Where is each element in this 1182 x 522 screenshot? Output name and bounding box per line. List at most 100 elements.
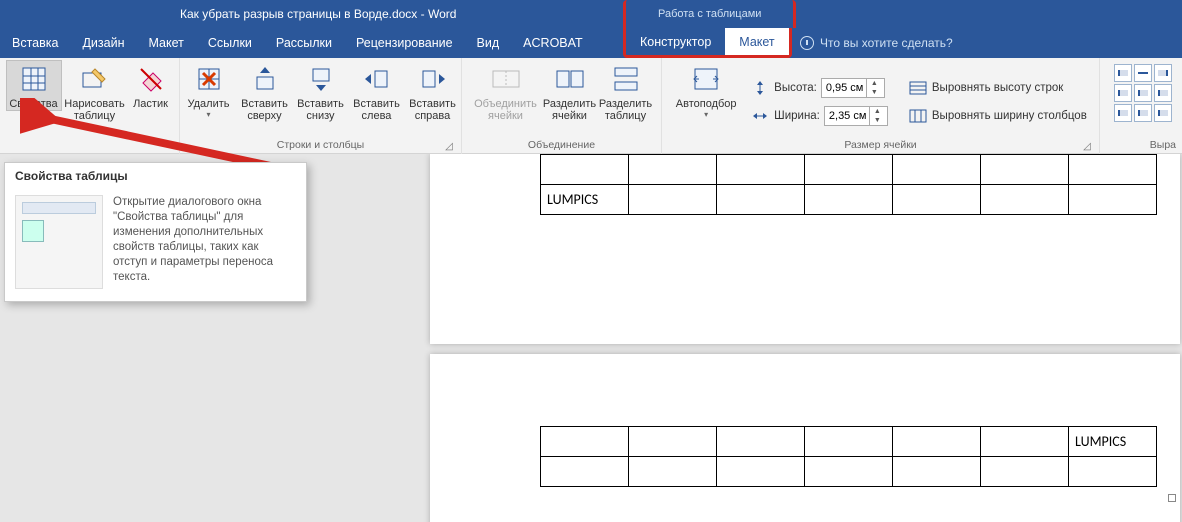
- align-top-center[interactable]: [1134, 64, 1152, 82]
- height-spinner[interactable]: ▲▼: [821, 78, 885, 98]
- page-1[interactable]: LUMPICS: [430, 154, 1180, 344]
- dialog-launcher-icon[interactable]: ◿: [443, 141, 455, 153]
- spin-down-icon[interactable]: ▼: [867, 88, 882, 97]
- group-rows-cols: Удалить ▾ Вставить сверху Вставить снизу: [180, 58, 462, 154]
- properties-label: Свойства: [9, 98, 57, 110]
- tell-me-text: Что вы хотите сделать?: [820, 36, 953, 50]
- window-title: Как убрать разрыв страницы в Ворде.docx …: [0, 7, 1182, 21]
- tooltip-properties: Свойства таблицы Открытие диалогового ок…: [4, 162, 307, 302]
- tab-references[interactable]: Ссылки: [196, 28, 264, 58]
- ribbon: Свойства Нарисовать таблицу Ластик: [0, 58, 1182, 154]
- eraser-label: Ластик: [133, 98, 168, 110]
- align-mid-left[interactable]: [1114, 84, 1132, 102]
- tab-design[interactable]: Дизайн: [70, 28, 136, 58]
- split-table-icon: [610, 63, 642, 95]
- table-cell-lumpics[interactable]: LUMPICS: [541, 185, 629, 215]
- autofit-icon: [690, 63, 722, 95]
- properties-icon: [18, 63, 50, 95]
- insert-above-label: Вставить сверху: [241, 98, 288, 122]
- draw-table-button[interactable]: Нарисовать таблицу: [62, 60, 128, 122]
- eraser-button[interactable]: Ластик: [128, 60, 174, 110]
- insert-above-icon: [249, 63, 281, 95]
- eraser-icon: [135, 63, 167, 95]
- document-area: LUMPICS LUMPICS: [312, 154, 1182, 522]
- insert-below-button[interactable]: Вставить снизу: [293, 60, 349, 122]
- table-end-mark: [1168, 494, 1176, 502]
- tab-table-layout[interactable]: Макет: [725, 28, 788, 55]
- alignment-grid: [1114, 64, 1172, 122]
- properties-button[interactable]: Свойства: [6, 60, 62, 111]
- tab-insert[interactable]: Вставка: [0, 28, 70, 58]
- tab-mailings[interactable]: Рассылки: [264, 28, 344, 58]
- autofit-button[interactable]: Автоподбор ▾: [670, 60, 742, 138]
- tab-view[interactable]: Вид: [465, 28, 512, 58]
- merge-cells-button[interactable]: Объединить ячейки: [470, 60, 542, 122]
- insert-left-label: Вставить слева: [353, 98, 400, 122]
- chevron-down-icon: ▾: [704, 112, 708, 118]
- distribute-rows-button[interactable]: Выровнять высоту строк: [908, 77, 1087, 99]
- autofit-label: Автоподбор: [676, 98, 737, 110]
- height-label: Высота:: [774, 82, 817, 94]
- tell-me-box[interactable]: Что вы хотите сделать?: [800, 28, 953, 58]
- delete-icon: [193, 63, 225, 95]
- distribute-rows-icon: [908, 80, 928, 96]
- split-table-button[interactable]: Разделить таблицу: [598, 60, 654, 122]
- tooltip-thumbnail: [15, 195, 103, 289]
- split-table-label: Разделить таблицу: [599, 98, 652, 122]
- chevron-down-icon: ▾: [206, 112, 210, 118]
- delete-button[interactable]: Удалить ▾: [181, 60, 237, 118]
- insert-left-icon: [361, 63, 393, 95]
- align-bot-center[interactable]: [1134, 104, 1152, 122]
- col-width-control[interactable]: Ширина: ▲▼: [750, 105, 888, 127]
- distribute-rows-label: Выровнять высоту строк: [932, 82, 1063, 94]
- width-spinner[interactable]: ▲▼: [824, 106, 888, 126]
- tab-table-design[interactable]: Конструктор: [626, 28, 725, 55]
- insert-above-button[interactable]: Вставить сверху: [237, 60, 293, 122]
- distribute-cols-button[interactable]: Выровнять ширину столбцов: [908, 105, 1087, 127]
- split-cells-icon: [554, 63, 586, 95]
- merge-cells-icon: [490, 63, 522, 95]
- spin-up-icon[interactable]: ▲: [870, 107, 885, 116]
- height-icon: [750, 80, 770, 96]
- merge-cells-label: Объединить ячейки: [474, 98, 537, 122]
- align-bot-right[interactable]: [1154, 104, 1172, 122]
- contextual-tab-title: Работа с таблицами: [623, 0, 796, 28]
- spin-up-icon[interactable]: ▲: [867, 79, 882, 88]
- doc-table-1[interactable]: LUMPICS: [540, 154, 1157, 215]
- doc-table-2[interactable]: LUMPICS: [540, 426, 1157, 487]
- group-alignment: Выра: [1100, 58, 1182, 154]
- insert-right-icon: [417, 63, 449, 95]
- group-table: Свойства Нарисовать таблицу Ластик: [0, 58, 180, 154]
- group-alignment-label: Выра: [1104, 138, 1178, 154]
- bulb-icon: [800, 36, 814, 50]
- align-mid-center[interactable]: [1134, 84, 1152, 102]
- tab-acrobat[interactable]: ACROBAT: [511, 28, 595, 58]
- row-height-control[interactable]: Высота: ▲▼: [750, 77, 888, 99]
- delete-label: Удалить: [188, 98, 230, 110]
- draw-table-label: Нарисовать таблицу: [64, 98, 124, 122]
- distribute-cols-label: Выровнять ширину столбцов: [932, 110, 1087, 122]
- width-icon: [750, 108, 770, 124]
- insert-right-button[interactable]: Вставить справа: [405, 60, 461, 122]
- align-mid-right[interactable]: [1154, 84, 1172, 102]
- align-bot-left[interactable]: [1114, 104, 1132, 122]
- insert-left-button[interactable]: Вставить слева: [349, 60, 405, 122]
- split-cells-label: Разделить ячейки: [543, 98, 596, 122]
- tab-review[interactable]: Рецензирование: [344, 28, 465, 58]
- group-table-label: [4, 138, 175, 154]
- page-2[interactable]: LUMPICS: [430, 354, 1180, 522]
- group-merge-label: Объединение: [466, 138, 657, 154]
- dialog-launcher-icon[interactable]: ◿: [1081, 141, 1093, 153]
- group-cell-size-label: Размер ячейки ◿: [666, 138, 1095, 154]
- tab-layout[interactable]: Макет: [137, 28, 196, 58]
- spin-down-icon[interactable]: ▼: [870, 116, 885, 125]
- split-cells-button[interactable]: Разделить ячейки: [542, 60, 598, 122]
- align-top-left[interactable]: [1114, 64, 1132, 82]
- width-input[interactable]: [825, 109, 869, 123]
- width-label: Ширина:: [774, 110, 820, 122]
- align-top-right[interactable]: [1154, 64, 1172, 82]
- height-input[interactable]: [822, 81, 866, 95]
- insert-right-label: Вставить справа: [409, 98, 456, 122]
- title-bar: Как убрать разрыв страницы в Ворде.docx …: [0, 0, 1182, 28]
- table-cell-lumpics[interactable]: LUMPICS: [1069, 427, 1157, 457]
